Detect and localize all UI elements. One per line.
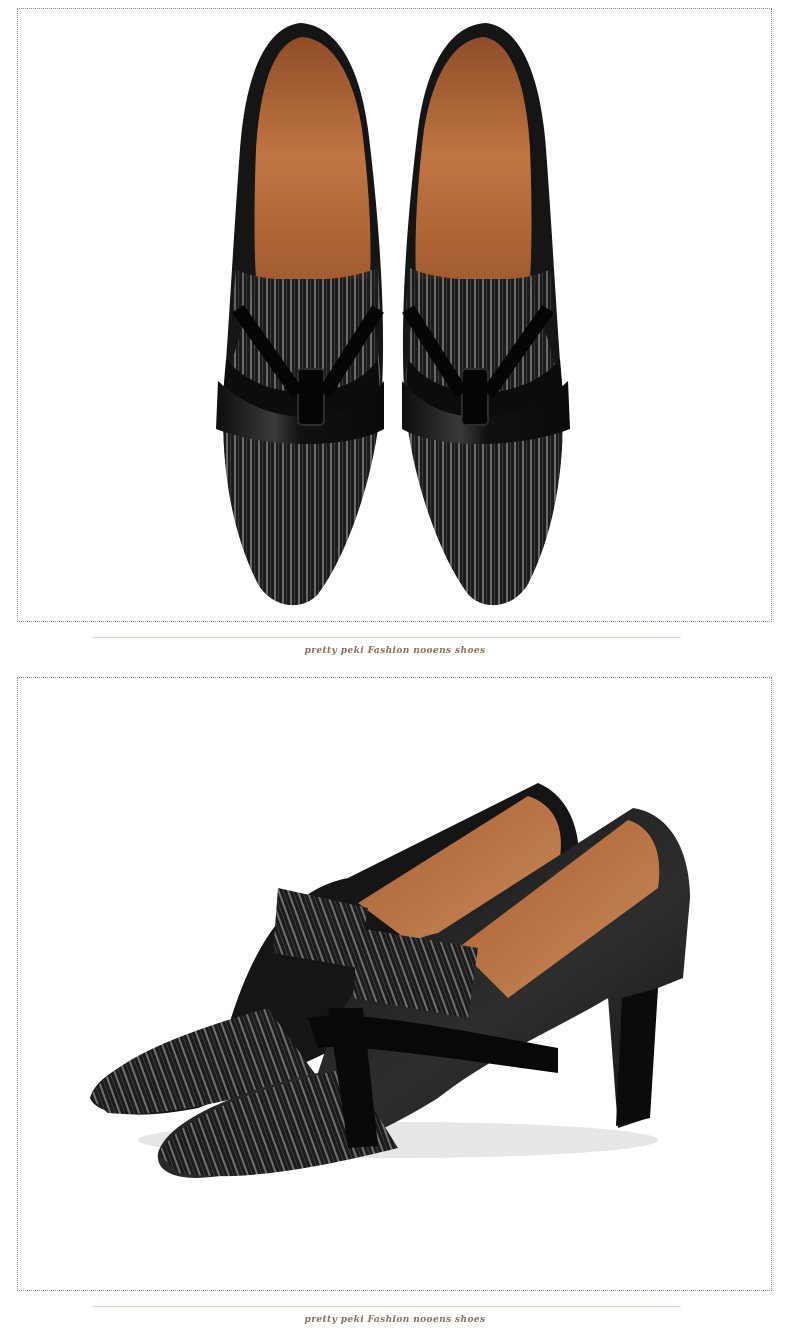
left-shoe <box>216 23 384 606</box>
shoes-top-view-illustration <box>216 23 570 606</box>
product-photo-side-view <box>17 677 772 1291</box>
product-photo-top-view <box>17 8 772 622</box>
brand-caption: pretty peki Fashion nooens shoes <box>304 1315 486 1325</box>
shoes-side-view-illustration <box>90 783 690 1178</box>
right-shoe <box>402 23 570 606</box>
brand-caption: pretty peki Fashion nooens shoes <box>304 646 486 656</box>
caption-divider <box>93 637 681 638</box>
caption-divider <box>93 1306 681 1307</box>
